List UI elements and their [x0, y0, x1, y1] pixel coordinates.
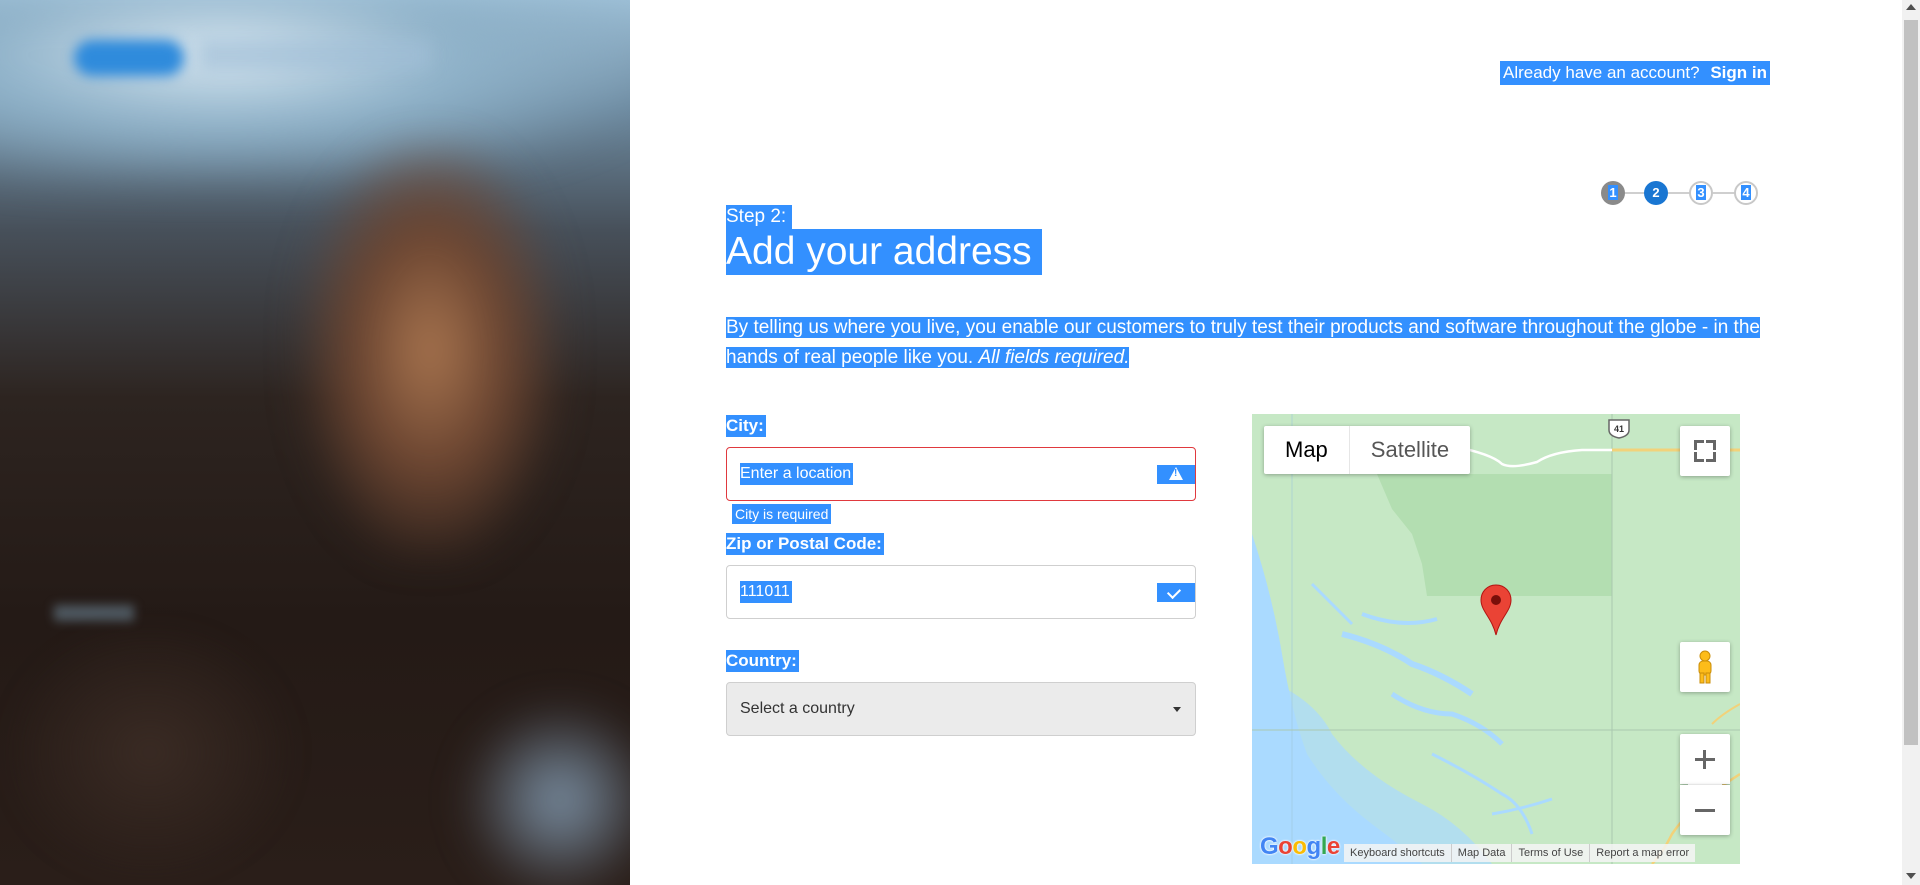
city-placeholder: Enter a location [740, 463, 854, 485]
step-number: 3 [1696, 185, 1706, 200]
stepper-connector [1713, 192, 1735, 194]
map-data-link[interactable]: Map Data [1452, 844, 1513, 862]
terms-of-use-link[interactable]: Terms of Use [1512, 844, 1591, 862]
street-view-button[interactable] [1680, 642, 1730, 692]
map-type-control: Map Satellite [1264, 426, 1471, 474]
country-select[interactable]: Select a country [726, 682, 1196, 736]
page-scrollbar[interactable] [1902, 0, 1920, 885]
signin-bar: Already have an account? Sign in [1500, 61, 1770, 85]
step-3: 3 [1689, 181, 1713, 205]
step-label: Step 2: [726, 205, 793, 229]
report-map-error-link[interactable]: Report a map error [1590, 844, 1695, 862]
city-input[interactable]: Enter a location [726, 447, 1196, 501]
zoom-divider [1688, 784, 1722, 785]
fullscreen-button[interactable] [1680, 426, 1730, 476]
warning-icon [1169, 467, 1183, 480]
map-terrain [1252, 414, 1740, 864]
country-selected-value: Select a country [740, 700, 855, 717]
pegman-icon [1698, 650, 1712, 684]
city-status-badge [1157, 465, 1195, 484]
keyboard-shortcuts-link[interactable]: Keyboard shortcuts [1344, 844, 1452, 862]
city-error-message: City is required [732, 504, 832, 524]
step-number: 4 [1741, 185, 1751, 200]
zip-label: Zip or Postal Code: [726, 533, 884, 555]
stepper-connector [1625, 192, 1645, 194]
country-label: Country: [726, 650, 799, 672]
step-number: 1 [1608, 185, 1618, 200]
route-shield-number: 41 [1614, 424, 1624, 434]
step-2: 2 [1644, 181, 1668, 205]
map-pin-icon[interactable] [1480, 584, 1512, 636]
signin-link[interactable]: Sign in [1710, 63, 1767, 82]
zoom-out-button[interactable] [1680, 785, 1730, 835]
hero-headline: ​​​​​​​​​​​​​​​​​​​​​​​​​​​​​​​​​​​​​​​​… [50, 330, 520, 382]
map-type-satellite-button[interactable]: Satellite [1350, 426, 1470, 474]
zip-status-badge [1157, 583, 1195, 602]
city-label: City: [726, 415, 766, 437]
intro-emphasis: All fields required. [978, 347, 1130, 368]
map-footer: Keyboard shortcuts Map Data Terms of Use… [1344, 844, 1696, 862]
zoom-in-button[interactable] [1680, 734, 1730, 784]
hero-logo [74, 40, 184, 76]
hero-subtitle: ​ [50, 525, 560, 559]
hero-highlight [460, 700, 630, 885]
progress-stepper: 1 2 3 4 [1601, 181, 1759, 205]
scroll-down-icon[interactable] [1906, 873, 1916, 879]
step-1: 1 [1601, 181, 1625, 205]
map-type-map-button[interactable]: Map [1264, 426, 1350, 474]
hero-nav [200, 40, 430, 70]
step-number: 2 [1652, 185, 1660, 200]
check-icon [1166, 584, 1182, 600]
hero-shadow [0, 620, 300, 885]
map-widget[interactable]: 41 Map Satellite Google Keyboard shortcu… [1252, 414, 1740, 864]
step-4: 4 [1734, 181, 1758, 205]
google-logo: Google [1260, 833, 1340, 860]
page-title: Add your address [726, 229, 1042, 275]
chevron-down-icon [1173, 707, 1181, 712]
scroll-up-icon[interactable] [1906, 4, 1916, 10]
hero-link [54, 605, 134, 621]
zip-value: 111011 [740, 581, 792, 603]
hero-panel: ​​​​​​​​​​​​​​​​​​​​​​​​​​​​​​​​​​​​​​​​… [0, 0, 630, 885]
intro-text: By telling us where you live, you enable… [726, 313, 1766, 373]
stepper-connector [1668, 192, 1690, 194]
intro-body: By telling us where you live, you enable… [726, 317, 1760, 368]
route-shield-icon: 41 [1608, 419, 1630, 439]
zip-input[interactable]: 111011 [726, 565, 1196, 619]
signin-prompt: Already have an account? [1503, 63, 1700, 82]
scrollbar-thumb[interactable] [1904, 20, 1918, 745]
